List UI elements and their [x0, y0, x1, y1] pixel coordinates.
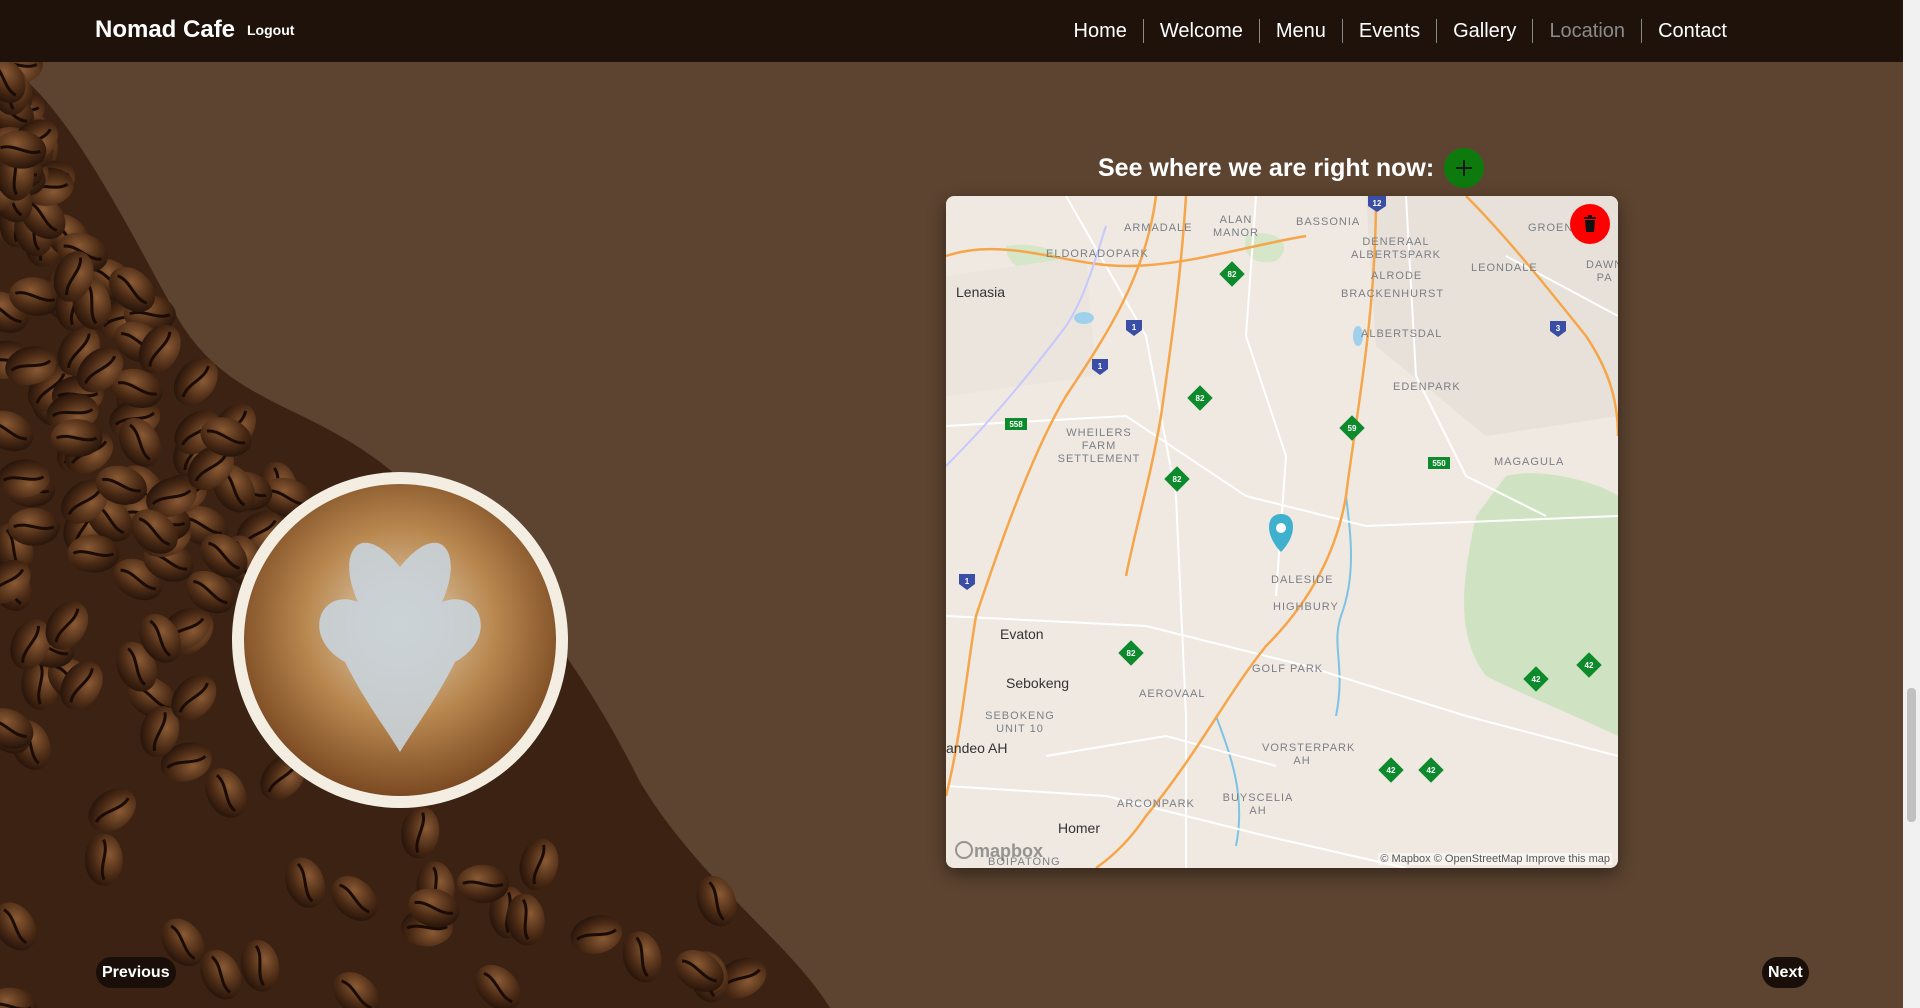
shield-82-a: 82 — [1228, 270, 1237, 279]
nav-gallery[interactable]: Gallery — [1437, 19, 1534, 43]
map-label-arconpark: ARCONPARK — [1117, 798, 1195, 810]
map-label-lenasia: Lenasia — [956, 284, 1006, 300]
map-label-homer: Homer — [1058, 820, 1101, 836]
mapbox-attribution-link[interactable]: © Mapbox — [1380, 853, 1430, 865]
svg-text:1: 1 — [965, 577, 970, 586]
nav-location[interactable]: Location — [1533, 19, 1643, 43]
svg-text:42: 42 — [1532, 675, 1541, 684]
location-map[interactable]: 82 82 82 82 59 42 42 42 42 558 550 1 1 1… — [946, 196, 1618, 868]
delete-location-button[interactable] — [1570, 204, 1610, 244]
osm-attribution-link[interactable]: © OpenStreetMap — [1434, 853, 1523, 865]
map-label-highbury: HIGHBURY — [1273, 601, 1339, 613]
brand-logo[interactable]: Nomad Cafe — [95, 16, 235, 44]
previous-button[interactable]: Previous — [96, 957, 176, 988]
map-label-daleside: DALESIDE — [1271, 574, 1334, 586]
map-label-brackenhurst: BRACKENHURST — [1341, 288, 1445, 300]
svg-text:558: 558 — [1009, 420, 1023, 429]
svg-text:42: 42 — [1387, 766, 1396, 775]
map-label-evaton: Evaton — [1000, 626, 1044, 642]
nav-menu[interactable]: Menu — [1260, 19, 1343, 43]
nav-home[interactable]: Home — [1058, 19, 1144, 43]
location-header: See where we are right now: — [1098, 148, 1485, 188]
map-label-edenpark: EDENPARK — [1393, 381, 1461, 393]
svg-text:82: 82 — [1196, 394, 1205, 403]
map-label-buyscelia: BUYSCELIA AH — [1222, 792, 1294, 817]
improve-map-link[interactable]: Improve this map — [1526, 853, 1610, 865]
svg-text:82: 82 — [1173, 475, 1182, 484]
svg-text:82: 82 — [1127, 649, 1136, 658]
map-label-armadale: ARMADALE — [1124, 222, 1193, 234]
map-label-alan-manor: ALAN MANOR — [1213, 214, 1259, 239]
map-label-dawn-park: DAWN PA — [1586, 259, 1618, 284]
map-label-sebokeng-unit: SEBOKENG UNIT 10 — [985, 710, 1055, 735]
map-label-wheilers: WHEILERS FARM SETTLEMENT — [1057, 427, 1141, 465]
map-label-vorsterpark: VORSTERPARK AH — [1262, 742, 1356, 767]
next-button[interactable]: Next — [1762, 957, 1809, 988]
svg-text:42: 42 — [1427, 766, 1436, 775]
nav-links: Home Welcome Menu Events Gallery Locatio… — [1058, 0, 1743, 62]
map-label-albertsdal: ALBERTSDAL — [1361, 328, 1443, 340]
svg-text:42: 42 — [1585, 661, 1594, 670]
nav-welcome[interactable]: Welcome — [1144, 19, 1260, 43]
navbar: Nomad Cafe Logout Home Welcome Menu Even… — [0, 0, 1903, 62]
svg-text:1: 1 — [1132, 323, 1137, 332]
map-label-sebokeng: Sebokeng — [1006, 675, 1070, 691]
logout-link[interactable]: Logout — [247, 22, 294, 38]
mapbox-logo[interactable]: mapbox — [952, 841, 1043, 862]
trash-icon — [1584, 215, 1596, 232]
svg-text:550: 550 — [1432, 459, 1446, 468]
map-label-aerovaal: AEROVAAL — [1139, 688, 1206, 700]
map-label-groen: GROEN — [1528, 222, 1574, 234]
map-label-andeo: andeo AH — [946, 740, 1008, 756]
add-location-button[interactable] — [1444, 148, 1485, 188]
plus-icon — [1456, 160, 1473, 176]
map-label-bassonia: BASSONIA — [1296, 216, 1361, 228]
map-label-alrode: ALRODE — [1371, 270, 1423, 282]
scrollbar-thumb[interactable] — [1907, 688, 1916, 822]
nav-contact[interactable]: Contact — [1642, 19, 1743, 43]
svg-text:1: 1 — [1098, 362, 1103, 371]
map-label-eldoradopark: ELDORADOPARK — [1046, 248, 1149, 260]
coffee-beans-image — [0, 62, 830, 1008]
map-label-magagula: MAGAGULA — [1494, 456, 1565, 468]
svg-text:59: 59 — [1348, 424, 1357, 433]
page-scrollbar[interactable] — [1903, 0, 1920, 1008]
map-label-golf-park: GOLF PARK — [1252, 663, 1324, 675]
map-attribution: © Mapbox © OpenStreetMap Improve this ma… — [1378, 853, 1612, 865]
svg-text:12: 12 — [1373, 199, 1382, 208]
map-pin-icon — [1269, 514, 1293, 552]
map-label-leondale: LEONDALE — [1471, 262, 1538, 274]
svg-text:3: 3 — [1556, 324, 1561, 333]
location-title: See where we are right now: — [1098, 153, 1435, 182]
nav-events[interactable]: Events — [1343, 19, 1438, 43]
map-label-deneraal: DENERAAL ALBERTSPARK — [1350, 236, 1442, 261]
